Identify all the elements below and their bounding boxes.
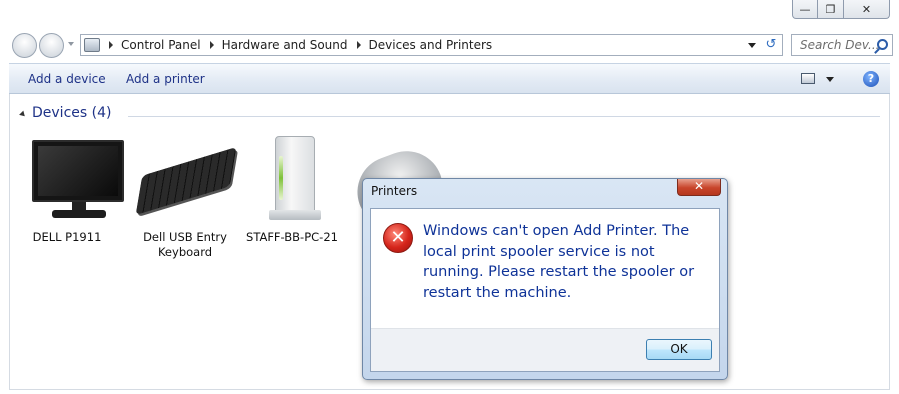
printers-error-dialog: Printers ✕ ✕ Windows can't open Add Prin… — [362, 178, 728, 380]
search-placeholder: Search Dev... — [800, 38, 880, 52]
recent-pages-dropdown[interactable] — [68, 42, 74, 46]
search-icon[interactable] — [877, 39, 888, 50]
group-title: Devices (4) — [32, 105, 112, 121]
close-icon: ✕ — [861, 2, 872, 16]
refresh-icon[interactable]: ↺ — [763, 38, 779, 52]
window-bottom-border — [9, 389, 890, 390]
chevron-right-icon[interactable] — [109, 41, 113, 49]
device-label: Dell USB Entry Keyboard — [143, 230, 227, 259]
devices-group-header[interactable]: Devices (4) — [18, 105, 888, 125]
keyboard-icon — [135, 146, 237, 216]
error-icon: ✕ — [383, 223, 413, 253]
dialog-title: Printers — [371, 184, 418, 198]
device-label: DELL P1911 — [32, 230, 102, 244]
collapse-group-icon[interactable] — [19, 110, 27, 119]
window-caption-buttons: — ❐ ✕ — [792, 0, 890, 19]
device-label: STAFF-BB-PC-21 — [246, 230, 338, 244]
view-options-dropdown[interactable] — [826, 77, 834, 82]
maximize-button[interactable]: ❐ — [818, 0, 844, 19]
command-bar: Add a device Add a printer ? — [9, 63, 890, 94]
chevron-right-icon[interactable] — [209, 41, 214, 49]
computer-drive-icon — [269, 136, 321, 224]
minimize-button[interactable]: — — [792, 0, 818, 19]
back-button[interactable] — [12, 33, 37, 58]
chevron-right-icon[interactable] — [356, 41, 361, 49]
devices-and-printers-window: — ❐ ✕ Control Panel Hardware and Sound D… — [0, 0, 899, 394]
close-icon: ✕ — [693, 179, 705, 193]
address-bar-row: Control Panel Hardware and Sound Devices… — [0, 27, 899, 63]
ok-button[interactable]: OK — [646, 339, 712, 360]
breadcrumb-devices-and-printers[interactable]: Devices and Printers — [369, 38, 493, 52]
dialog-message: Windows can't open Add Printer. The loca… — [423, 223, 695, 301]
restore-icon: ❐ — [825, 2, 836, 16]
minimize-icon: — — [799, 2, 811, 16]
change-view-icon[interactable] — [801, 73, 815, 84]
control-panel-icon — [84, 38, 100, 52]
group-divider — [128, 116, 880, 117]
breadcrumb-hardware-and-sound[interactable]: Hardware and Sound — [222, 38, 348, 52]
forward-button[interactable] — [39, 33, 64, 58]
address-dropdown-icon[interactable] — [748, 43, 756, 48]
breadcrumb-control-panel[interactable]: Control Panel — [121, 38, 201, 52]
close-window-button[interactable]: ✕ — [844, 0, 890, 19]
add-printer-button[interactable]: Add a printer — [126, 72, 205, 86]
dialog-close-button[interactable]: ✕ — [677, 179, 721, 196]
dialog-footer: OK — [371, 328, 719, 371]
dialog-body: ✕ Windows can't open Add Printer. The lo… — [370, 208, 720, 372]
help-icon[interactable]: ? — [863, 71, 879, 87]
address-bar[interactable]: Control Panel Hardware and Sound Devices… — [80, 34, 783, 56]
monitor-icon — [32, 140, 124, 220]
add-device-button[interactable]: Add a device — [28, 72, 106, 86]
search-input[interactable]: Search Dev... — [791, 34, 893, 56]
